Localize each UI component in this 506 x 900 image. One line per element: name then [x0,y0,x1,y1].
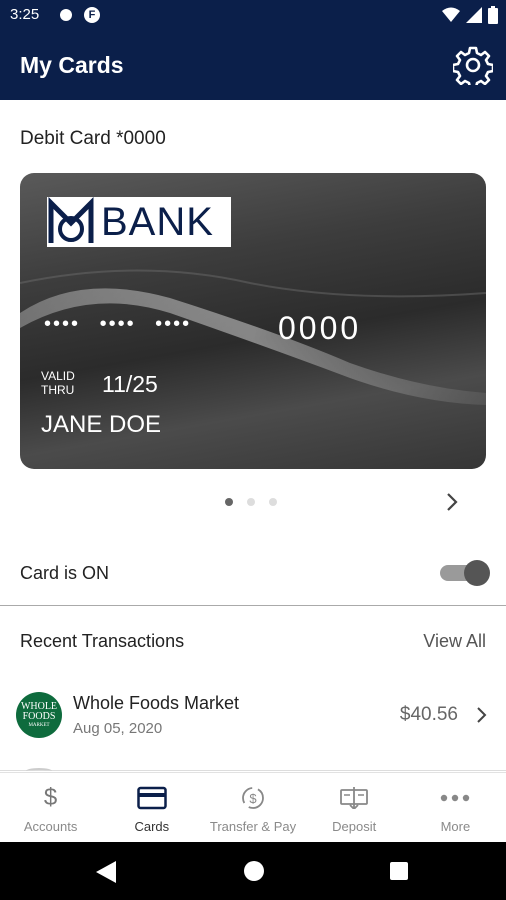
app-header: My Cards [0,30,506,100]
home-icon[interactable] [244,861,264,881]
nav-label: Transfer & Pay [209,819,297,834]
nav-label: Deposit [332,819,377,834]
transaction-amount: $40.56 [399,704,458,725]
nav-deposit[interactable]: Deposit [304,773,405,842]
battery-icon [488,6,498,24]
card-masked-number: •••• •••• •••• [44,313,192,335]
chevron-right-icon [477,707,487,723]
chevron-right-icon [447,493,458,511]
transaction-merchant: Whole Foods Market [73,693,240,713]
transaction-row[interactable]: WHOLE FOODS MARKET Whole Foods Market Au… [0,680,506,752]
app-f-icon: F [84,7,100,23]
pager-dot-3[interactable] [269,498,277,506]
wifi-icon [442,7,460,22]
card-toggle-label: Card is ON [20,563,110,583]
status-icons [442,6,498,24]
settings-button[interactable] [452,44,494,86]
more-dots-icon [440,785,470,811]
pager-dot-1[interactable] [225,498,233,506]
status-bar: 3:25 F [0,0,506,30]
system-navigation-bar [0,842,506,900]
bank-name: BANK [101,199,214,244]
bottom-navigation: $ Accounts Cards $ Transfer & Pay Deposi… [0,772,506,842]
section-divider [0,605,506,606]
nav-accounts[interactable]: $ Accounts [0,773,101,842]
transfer-icon: $ [238,785,268,811]
card-toggle-switch[interactable] [440,560,490,586]
thru-label: THRU [41,383,75,397]
gear-icon [453,46,493,85]
whole-foods-logo: WHOLE FOODS MARKET [16,692,62,738]
pager-dot-2[interactable] [247,498,255,506]
dollar-icon: $ [43,784,58,811]
nav-cards[interactable]: Cards [101,773,202,842]
credit-card-icon [137,785,167,811]
next-card-button[interactable] [442,490,462,514]
debit-card-image[interactable]: BANK •••• •••• •••• 0000 VALID THRU 11/2… [20,173,486,469]
card-holder-name: JANE DOE [41,411,162,438]
recent-apps-icon[interactable] [390,862,408,880]
svg-text:$: $ [249,791,257,806]
valid-label: VALID [41,369,75,383]
page-title: My Cards [20,52,124,78]
transaction-date: Aug 05, 2020 [73,720,163,737]
nav-transfer-pay[interactable]: $ Transfer & Pay [202,773,303,842]
bank-mark-icon [48,197,94,243]
valid-thru-label: VALID THRU [41,369,75,397]
status-time: 3:25 [10,6,40,23]
signal-icon [466,7,482,23]
recent-transactions-title: Recent Transactions [20,631,185,651]
back-icon[interactable] [96,861,116,883]
nav-label: Cards [134,819,170,834]
nav-label: Accounts [23,819,78,834]
card-pager [225,498,277,506]
toggle-thumb [464,560,490,586]
nav-label: More [440,819,471,834]
card-expiry: 11/25 [102,371,158,397]
list-divider [0,770,506,771]
check-deposit-icon [339,785,369,811]
card-heading: Debit Card *0000 [20,128,166,149]
card-last4: 0000 [278,310,362,346]
notification-dot-icon [60,9,72,21]
view-all-link[interactable]: View All [423,631,486,652]
bank-logo: BANK [47,197,231,247]
logo-line-2: FOODS [22,710,56,722]
nav-more[interactable]: More [405,773,506,842]
logo-line-1: WHOLE [20,700,58,712]
logo-line-3: MARKET [28,722,50,728]
